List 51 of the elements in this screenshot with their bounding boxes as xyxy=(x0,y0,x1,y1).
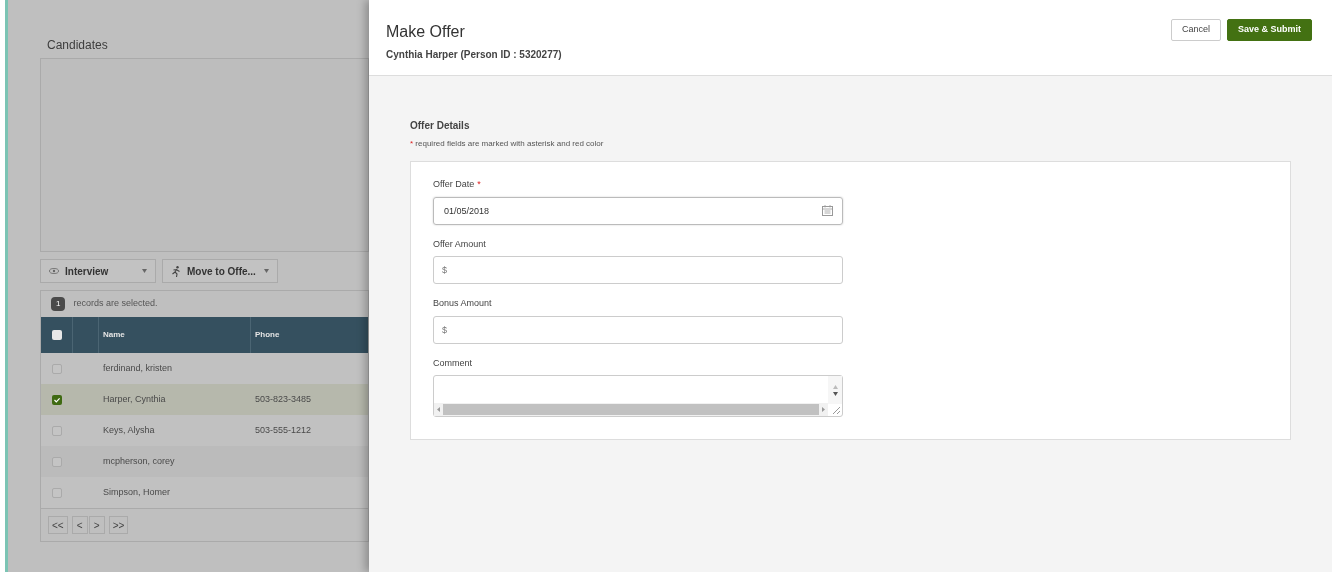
checkbox[interactable] xyxy=(52,487,62,498)
cancel-button[interactable]: Cancel xyxy=(1170,19,1221,41)
table-cell: Harper, Cynthia xyxy=(103,393,166,404)
comment-field[interactable] xyxy=(433,375,843,417)
pager-button[interactable]: >> xyxy=(108,516,129,534)
scroll-down-icon[interactable] xyxy=(832,391,838,396)
table-cell: 503-555-1212 xyxy=(255,424,312,435)
dropdown-button[interactable]: Move to Offe... xyxy=(162,259,278,283)
field-label: Bonus Amount xyxy=(433,297,492,310)
section-title: Offer Details xyxy=(410,119,471,133)
checkbox[interactable] xyxy=(52,425,62,436)
date-field[interactable]: 01/05/2018 xyxy=(433,196,843,225)
pager-button[interactable]: << xyxy=(48,516,68,534)
caret-icon xyxy=(142,269,147,273)
running-figure-icon xyxy=(171,265,181,277)
checkbox[interactable] xyxy=(52,363,62,374)
count-badge: 1 xyxy=(51,297,66,311)
column-header[interactable]: Phone xyxy=(255,329,280,341)
calendar-icon[interactable] xyxy=(822,204,833,216)
pager-button[interactable]: < xyxy=(71,516,88,534)
table-cell: ferdinand, kristen xyxy=(103,362,173,373)
column-header[interactable]: Name xyxy=(103,329,125,341)
caret-icon xyxy=(264,269,269,273)
dialog-subtitle: Cynthia Harper (Person ID : 5320277) xyxy=(386,48,562,62)
checkbox[interactable] xyxy=(52,394,62,405)
table-cell: mcpherson, corey xyxy=(103,455,175,466)
pager-button[interactable]: > xyxy=(88,516,105,534)
selection-text: records are selected. xyxy=(73,297,158,311)
field-label: Offer Amount xyxy=(433,237,486,251)
table-row[interactable]: mcpherson, corey xyxy=(41,446,368,477)
eye-icon xyxy=(49,268,59,274)
input-field[interactable]: $ xyxy=(433,256,843,284)
field-label: Offer Date * xyxy=(433,178,481,191)
dialog-title: Make Offer xyxy=(386,22,466,42)
table-cell: Keys, Alysha xyxy=(103,424,155,435)
checkbox[interactable] xyxy=(51,330,62,340)
field-label: Comment xyxy=(433,356,472,370)
required-note: * required fields are marked with asterisk and red color xyxy=(410,138,604,150)
vertical-scrollbar[interactable] xyxy=(828,376,842,404)
input-field[interactable]: $ xyxy=(433,315,843,344)
submit-button[interactable]: Save & Submit xyxy=(1226,19,1312,41)
checkbox[interactable] xyxy=(52,456,62,467)
table-row[interactable]: Harper, Cynthia 503-823-3485 xyxy=(41,384,368,415)
horizontal-scrollbar[interactable] xyxy=(434,403,828,416)
table-cell: Simpson, Homer xyxy=(103,486,171,497)
scroll-left-icon[interactable] xyxy=(437,407,440,412)
table-cell: 503-823-3485 xyxy=(255,393,312,404)
resize-grip-icon[interactable] xyxy=(832,406,840,414)
dropdown-button[interactable]: Interview xyxy=(40,259,156,283)
section-title: Candidates xyxy=(47,37,109,54)
scroll-right-icon[interactable] xyxy=(822,407,825,412)
